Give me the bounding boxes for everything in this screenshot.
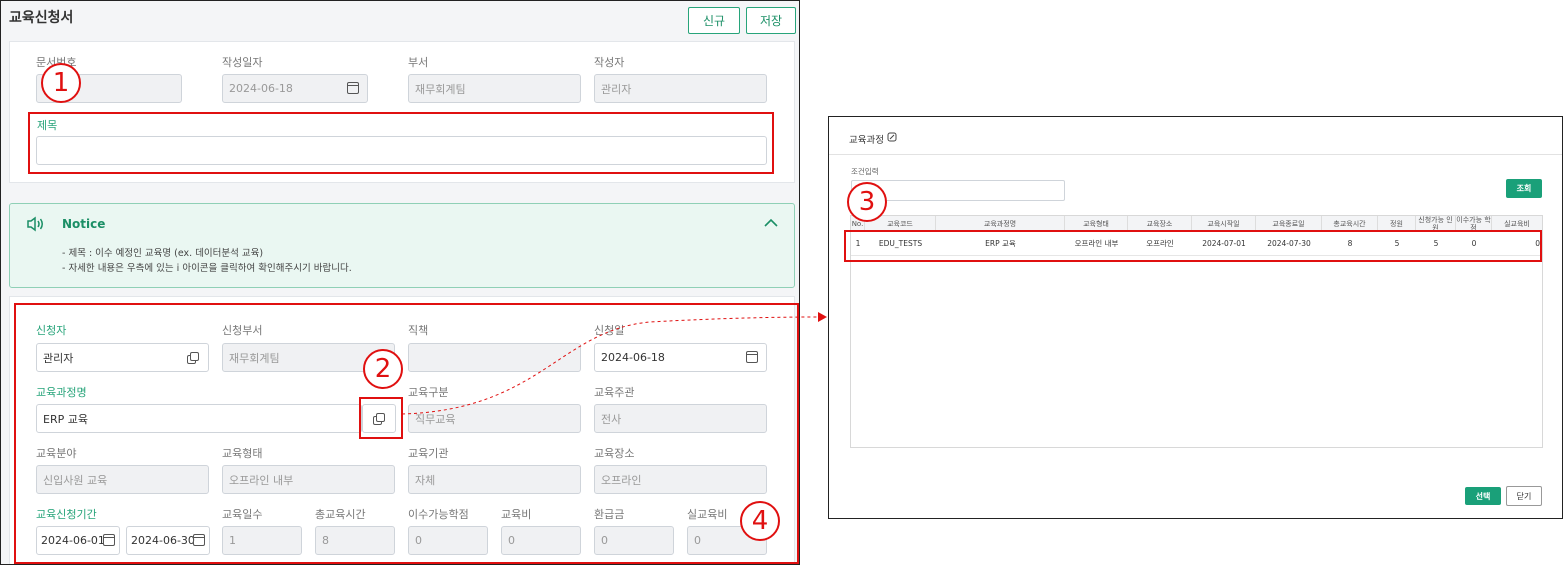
select-button[interactable]: 선택 (1465, 487, 1501, 505)
column-header: 교육장소 (1128, 216, 1192, 231)
column-header: 교육종료일 (1256, 216, 1322, 231)
column-header: 신청가능 인원 (1416, 216, 1456, 231)
course-popup: 교육과정 조건입력 조회 No. 교육코드 교육과정명 교육형태 교육장소 교육… (828, 116, 1563, 519)
marker-3: 3 (847, 182, 887, 222)
column-header: 정원 (1378, 216, 1416, 231)
divider (829, 154, 1562, 155)
condition-label: 조건입력 (851, 167, 879, 176)
column-header: 실교육비 (1504, 219, 1530, 228)
column-header: 교육시작일 (1192, 216, 1256, 231)
column-header: 교육과정명 (936, 216, 1065, 231)
column-header: 교육형태 (1065, 216, 1128, 231)
column-header: 총교육시간 (1322, 216, 1378, 231)
close-button[interactable]: 닫기 (1506, 486, 1542, 506)
search-button[interactable]: 조회 (1506, 179, 1542, 198)
edit-icon (887, 132, 897, 142)
popup-title: 교육과정 (849, 135, 884, 146)
row-highlight-box (844, 230, 1542, 262)
column-header: 이수가능 학점 (1456, 216, 1492, 231)
